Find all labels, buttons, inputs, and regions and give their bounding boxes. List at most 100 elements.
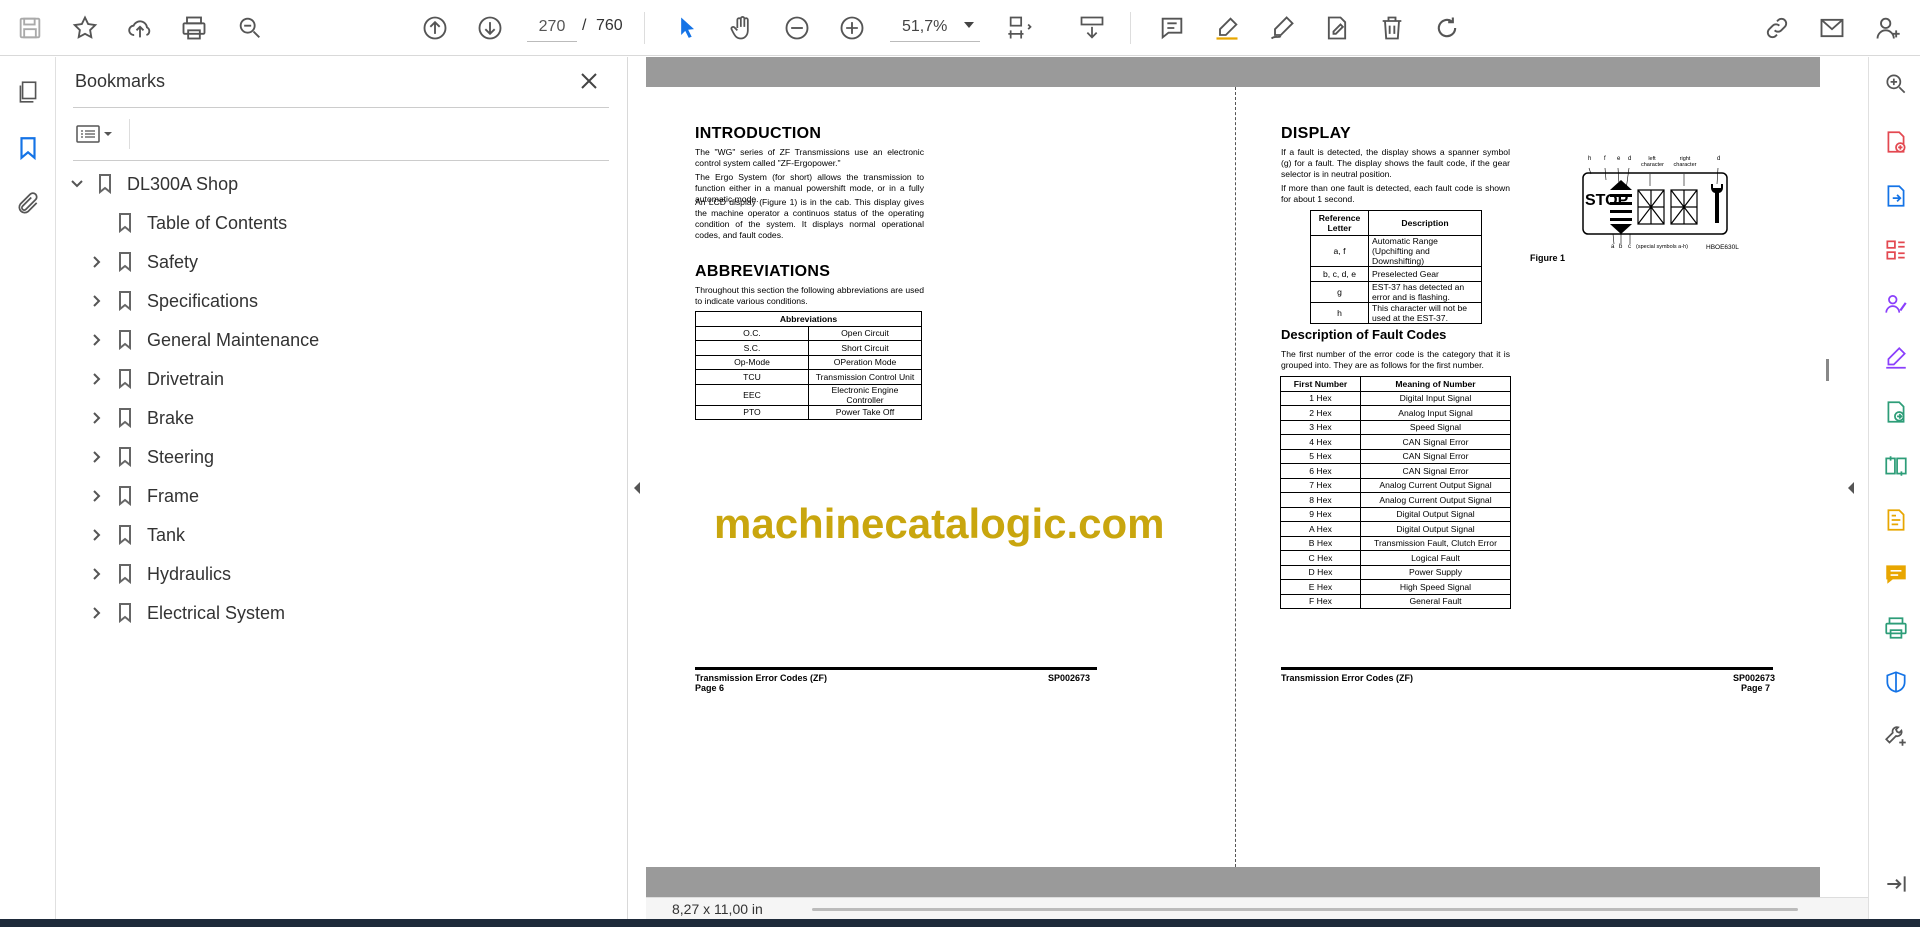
star-icon[interactable] bbox=[65, 8, 105, 48]
attachment-paperclip-icon[interactable] bbox=[11, 187, 45, 221]
table-cell: Digital Output Signal bbox=[1360, 506, 1511, 522]
export-pdf-icon[interactable] bbox=[1881, 181, 1911, 211]
save-icon[interactable] bbox=[10, 8, 50, 48]
list-options-icon bbox=[76, 125, 112, 143]
table-cell: Automatic Range (Upchifting and Downshif… bbox=[1368, 235, 1482, 267]
bookmark-flag-icon bbox=[115, 562, 135, 586]
table-cell: h bbox=[1310, 301, 1369, 324]
horizontal-scrollbar[interactable] bbox=[812, 908, 1798, 911]
organize-pages-icon[interactable] bbox=[1881, 235, 1911, 265]
share-link-icon[interactable] bbox=[1757, 8, 1797, 48]
create-pdf-icon[interactable] bbox=[1881, 127, 1911, 157]
zoom-search-icon[interactable] bbox=[1881, 69, 1911, 99]
chevron-right-icon[interactable] bbox=[87, 408, 107, 428]
vertical-scrollbar-thumb[interactable] bbox=[1826, 359, 1829, 381]
document-viewport[interactable]: INTRODUCTION The "WG" series of ZF Trans… bbox=[646, 57, 1868, 919]
page-display-icon[interactable] bbox=[1000, 8, 1040, 48]
chevron-right-icon[interactable] bbox=[87, 252, 107, 272]
draw-sign-icon[interactable] bbox=[1262, 8, 1302, 48]
table-header: Reference Letter bbox=[1310, 210, 1369, 236]
table-cell: This character will not be used at the E… bbox=[1368, 301, 1482, 324]
chevron-right-icon[interactable] bbox=[87, 330, 107, 350]
account-add-icon[interactable] bbox=[1868, 8, 1908, 48]
table-row: g EST-37 has detected an error and is fla… bbox=[1310, 280, 1482, 303]
zoom-level-select[interactable]: 51,7% bbox=[890, 12, 980, 42]
edit-pdf-icon[interactable] bbox=[1881, 505, 1911, 535]
collapse-left-panel-icon[interactable] bbox=[630, 478, 644, 498]
bookmark-item-tank[interactable]: Tank bbox=[87, 518, 185, 552]
comment-icon[interactable] bbox=[1152, 8, 1192, 48]
page-thumbnails-icon[interactable] bbox=[11, 75, 45, 109]
comment-tool-icon[interactable] bbox=[1881, 559, 1911, 589]
chevron-down-icon[interactable] bbox=[67, 174, 87, 194]
more-tools-icon[interactable] bbox=[1881, 721, 1911, 751]
redo-rotate-icon[interactable] bbox=[1427, 8, 1467, 48]
table-cell: D Hex bbox=[1280, 564, 1361, 580]
table-row: 7 Hex Analog Current Output Signal bbox=[1280, 477, 1511, 493]
bookmark-item-drivetrain[interactable]: Drivetrain bbox=[87, 362, 224, 396]
upload-cloud-icon[interactable] bbox=[120, 8, 160, 48]
chevron-right-icon[interactable] bbox=[87, 603, 107, 623]
chevron-right-icon[interactable] bbox=[87, 291, 107, 311]
table-row: Op-Mode OPeration Mode bbox=[695, 354, 922, 370]
chevron-right-icon[interactable] bbox=[87, 525, 107, 545]
request-signatures-icon[interactable] bbox=[1881, 289, 1911, 319]
bookmark-item-dl300a-shop[interactable]: DL300A Shop bbox=[67, 167, 238, 201]
bookmark-item-table-of-contents[interactable]: Table of Contents bbox=[115, 206, 287, 240]
bookmark-item-steering[interactable]: Steering bbox=[87, 440, 214, 474]
bookmark-flag-icon bbox=[115, 289, 135, 313]
print-production-icon[interactable] bbox=[1881, 613, 1911, 643]
fill-and-sign-icon[interactable] bbox=[1881, 343, 1911, 373]
protect-shield-icon[interactable] bbox=[1881, 667, 1911, 697]
bookmark-item-general-maintenance[interactable]: General Maintenance bbox=[87, 323, 319, 357]
highlight-pen-icon[interactable] bbox=[1207, 8, 1247, 48]
scroll-mode-icon[interactable] bbox=[1072, 8, 1112, 48]
chevron-right-icon[interactable] bbox=[87, 369, 107, 389]
select-cursor-icon[interactable] bbox=[667, 8, 707, 48]
close-icon[interactable] bbox=[575, 67, 603, 95]
next-page-icon[interactable] bbox=[470, 8, 510, 48]
figure-code: HBOE630L bbox=[1706, 244, 1739, 251]
print-icon[interactable] bbox=[174, 8, 214, 48]
bookmark-options-button[interactable] bbox=[75, 119, 121, 149]
table-cell: E Hex bbox=[1280, 579, 1361, 595]
table-cell: 6 Hex bbox=[1280, 463, 1361, 479]
hand-tool-icon[interactable] bbox=[722, 8, 762, 48]
bookmark-item-hydraulics[interactable]: Hydraulics bbox=[87, 557, 231, 591]
table-cell: TCU bbox=[695, 369, 809, 385]
footer-rule bbox=[1281, 667, 1773, 670]
lcd-display-figure: STOP h f e d left character right charac… bbox=[1561, 156, 1751, 266]
bookmark-item-safety[interactable]: Safety bbox=[87, 245, 198, 279]
left-navigation-rail bbox=[0, 57, 56, 919]
bookmark-item-electrical-system[interactable]: Electrical System bbox=[87, 596, 285, 630]
bookmark-flag-icon bbox=[115, 445, 135, 469]
bookmark-item-frame[interactable]: Frame bbox=[87, 479, 199, 513]
compare-files-icon[interactable] bbox=[1881, 451, 1911, 481]
collapse-right-panel-icon[interactable] bbox=[1844, 478, 1858, 498]
send-for-review-icon[interactable] bbox=[1881, 397, 1911, 427]
table-cell: Preselected Gear bbox=[1368, 266, 1482, 282]
chevron-right-icon[interactable] bbox=[87, 486, 107, 506]
table-cell: 3 Hex bbox=[1280, 419, 1361, 435]
table-row: 3 Hex Speed Signal bbox=[1280, 419, 1511, 435]
chevron-right-icon[interactable] bbox=[87, 447, 107, 467]
find-zoom-icon[interactable] bbox=[230, 8, 270, 48]
zoom-level-value: 51,7% bbox=[902, 18, 948, 35]
edit-text-icon[interactable] bbox=[1317, 8, 1357, 48]
page-number-input[interactable] bbox=[527, 12, 577, 42]
table-cell: Op-Mode bbox=[695, 354, 809, 370]
zoom-out-icon[interactable] bbox=[777, 8, 817, 48]
figure-label-e: e bbox=[1617, 156, 1621, 162]
delete-trash-icon[interactable] bbox=[1372, 8, 1412, 48]
expand-panel-icon[interactable] bbox=[1881, 869, 1911, 899]
bookmark-item-brake[interactable]: Brake bbox=[87, 401, 194, 435]
email-icon[interactable] bbox=[1812, 8, 1852, 48]
table-header-row: Reference Letter Description bbox=[1310, 210, 1482, 236]
bookmark-item-specifications[interactable]: Specifications bbox=[87, 284, 258, 318]
previous-page-icon[interactable] bbox=[415, 8, 455, 48]
stop-label: STOP bbox=[1585, 192, 1629, 209]
chevron-right-icon[interactable] bbox=[87, 564, 107, 584]
zoom-in-icon[interactable] bbox=[832, 8, 872, 48]
bookmark-icon[interactable] bbox=[11, 131, 45, 165]
bookmark-label: Drivetrain bbox=[147, 368, 225, 389]
